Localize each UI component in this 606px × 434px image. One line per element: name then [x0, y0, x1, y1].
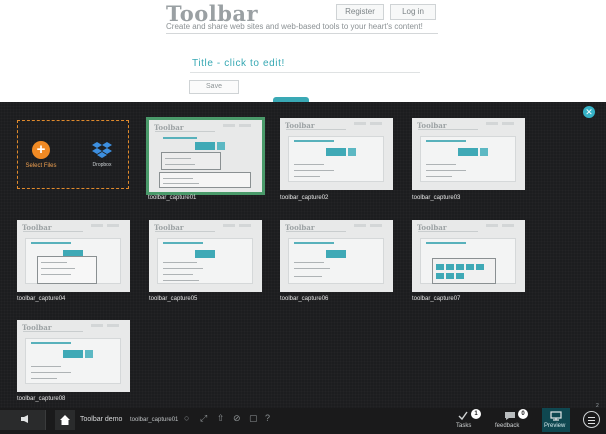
feedback-button[interactable]: 0 feedback — [495, 408, 528, 434]
expand-icon[interactable]: ⤢ — [200, 413, 207, 423]
window-icon[interactable]: ▢ — [249, 413, 258, 423]
capture-thumbnail-04[interactable]: Toolbar — [17, 220, 130, 292]
capture-caption: toolbar_capture03 — [412, 195, 461, 201]
tasks-button[interactable]: 1 Tasks — [454, 408, 481, 434]
plus-icon: + — [32, 141, 50, 159]
tasks-count-badge: 1 — [471, 409, 481, 419]
capture-caption: toolbar_capture01 — [148, 195, 197, 201]
save-button[interactable]: Save — [189, 80, 239, 94]
tagline: Create and share web sites and web-based… — [166, 22, 438, 34]
capture-thumbnail-03[interactable]: Toolbar — [412, 118, 525, 190]
circle-icon[interactable]: ○ — [184, 413, 189, 423]
select-files-button[interactable]: + Select Files — [24, 141, 58, 169]
capture-thumbnail-01[interactable]: Toolbar — [146, 117, 265, 195]
disabled-icon[interactable]: ⊘ — [233, 413, 241, 423]
feedback-label: feedback — [495, 423, 520, 429]
close-icon[interactable]: ✕ — [583, 106, 595, 118]
capture-thumbnail-02[interactable]: Toolbar — [280, 118, 393, 190]
menu-icon — [588, 417, 595, 418]
current-page-name[interactable]: toolbar_capture01 — [130, 417, 178, 423]
app-header: Toolbar Register Log in Create and share… — [0, 0, 606, 103]
home-button[interactable] — [55, 410, 75, 430]
chat-bubble-icon — [505, 412, 515, 420]
select-files-label: Select Files — [25, 163, 57, 169]
page: Toolbar Register Log in Create and share… — [0, 0, 606, 434]
tasks-label: Tasks — [456, 423, 472, 429]
register-button[interactable]: Register — [336, 4, 384, 20]
megaphone-icon — [21, 415, 28, 423]
login-button[interactable]: Log in — [390, 4, 436, 20]
menu-button[interactable] — [583, 411, 600, 428]
capture-caption: toolbar_capture02 — [280, 195, 329, 201]
preview-button[interactable]: Preview — [542, 408, 570, 432]
capture-thumbnail-05[interactable]: Toolbar — [149, 220, 262, 292]
capture-caption: toolbar_capture08 — [17, 396, 66, 402]
announce-button[interactable] — [0, 410, 46, 430]
home-icon — [60, 415, 70, 425]
dropbox-label: Dropbox — [92, 162, 112, 168]
capture-thumbnail-06[interactable]: Toolbar — [280, 220, 393, 292]
dropbox-button[interactable]: Dropbox — [88, 141, 116, 168]
upload-icon[interactable]: ⇧ — [217, 413, 225, 423]
monitor-icon — [550, 411, 562, 421]
preview-label: Preview — [544, 423, 566, 429]
capture-caption: toolbar_capture06 — [280, 296, 329, 302]
capture-caption: toolbar_capture05 — [149, 296, 198, 302]
capture-caption: toolbar_capture04 — [17, 296, 66, 302]
tasks-icon — [458, 411, 468, 421]
dropbox-icon — [92, 142, 112, 158]
capture-caption: toolbar_capture07 — [412, 296, 461, 302]
site-name[interactable]: Toolbar demo — [80, 416, 122, 423]
title-edit-field[interactable]: Title - click to edit! — [190, 58, 420, 73]
capture-thumbnail-08[interactable]: Toolbar — [17, 320, 130, 392]
capture-thumbnail-07[interactable]: Toolbar — [412, 220, 525, 292]
help-icon[interactable]: ? — [265, 413, 270, 423]
feedback-count-badge: 0 — [518, 409, 528, 419]
